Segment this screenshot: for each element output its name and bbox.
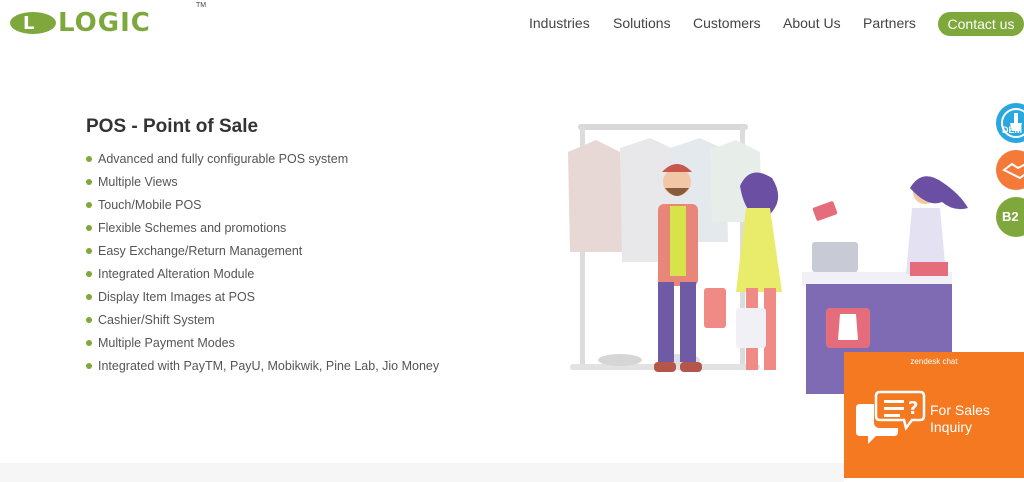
feature-list: Advanced and fully configurable POS syst… [86, 147, 439, 377]
site-header: L LOGIC TM Industries Solutions Customer… [0, 0, 1024, 48]
nav-partners[interactable]: Partners [863, 15, 916, 31]
demo-badge[interactable]: DEM [996, 103, 1024, 143]
feature-text: Multiple Payment Modes [98, 335, 235, 350]
chat-line-2: Inquiry [930, 419, 973, 435]
list-item: Advanced and fully configurable POS syst… [86, 147, 439, 170]
list-item: Touch/Mobile POS [86, 193, 439, 216]
handshake-icon [1002, 162, 1024, 180]
b2b-label: B2 [1002, 209, 1019, 224]
zendesk-chat-widget[interactable]: zendesk chat ? For Sales Inquiry [844, 352, 1024, 478]
nav-about-us[interactable]: About Us [783, 15, 841, 31]
list-item: Multiple Payment Modes [86, 331, 439, 354]
chat-brand: zendesk chat [910, 357, 958, 366]
bullet-icon [86, 247, 92, 254]
bullet-icon [86, 316, 92, 323]
list-item: Integrated Alteration Module [86, 262, 439, 285]
list-item: Display Item Images at POS [86, 285, 439, 308]
bullet-icon [86, 270, 92, 277]
list-item: Multiple Views [86, 170, 439, 193]
bullet-icon [86, 224, 92, 231]
feature-text: Integrated with PayTM, PayU, Mobikwik, P… [98, 358, 440, 373]
chat-bubble-icon: ? [856, 390, 926, 444]
svg-text:?: ? [908, 398, 918, 419]
feature-text: Touch/Mobile POS [98, 197, 202, 212]
list-item: Flexible Schemes and promotions [86, 216, 439, 239]
nav-industries[interactable]: Industries [529, 15, 590, 31]
bullet-icon [86, 293, 92, 300]
feature-text: Multiple Views [98, 174, 178, 189]
nav-solutions[interactable]: Solutions [613, 15, 671, 31]
chat-label: For Sales Inquiry [930, 402, 1020, 436]
demo-label: DEM [1002, 125, 1022, 135]
page-title: POS - Point of Sale [86, 116, 259, 137]
chat-line-1: For Sales [930, 402, 990, 418]
list-item: Integrated with PayTM, PayU, Mobikwik, P… [86, 354, 439, 377]
feature-text: Integrated Alteration Module [98, 266, 255, 281]
trademark: TM [196, 2, 207, 9]
feature-text: Cashier/Shift System [98, 312, 215, 327]
footer-band [0, 463, 844, 482]
bullet-icon [86, 201, 92, 208]
bullet-icon [86, 178, 92, 185]
nav-customers[interactable]: Customers [693, 15, 761, 31]
list-item: Cashier/Shift System [86, 308, 439, 331]
main-nav: Industries Solutions Customers About Us … [0, 12, 1024, 36]
contact-us-button[interactable]: Contact us [938, 12, 1024, 36]
b2b-badge[interactable]: B2 [996, 197, 1024, 237]
feature-text: Easy Exchange/Return Management [98, 243, 303, 258]
feature-text: Flexible Schemes and promotions [98, 220, 287, 235]
hand-pointer-icon [1001, 108, 1024, 138]
partner-badge[interactable] [996, 150, 1024, 190]
bullet-icon [86, 362, 92, 369]
feature-text: Advanced and fully configurable POS syst… [98, 151, 349, 166]
bullet-icon [86, 339, 92, 346]
feature-text: Display Item Images at POS [98, 289, 256, 304]
bullet-icon [86, 155, 92, 162]
list-item: Easy Exchange/Return Management [86, 239, 439, 262]
